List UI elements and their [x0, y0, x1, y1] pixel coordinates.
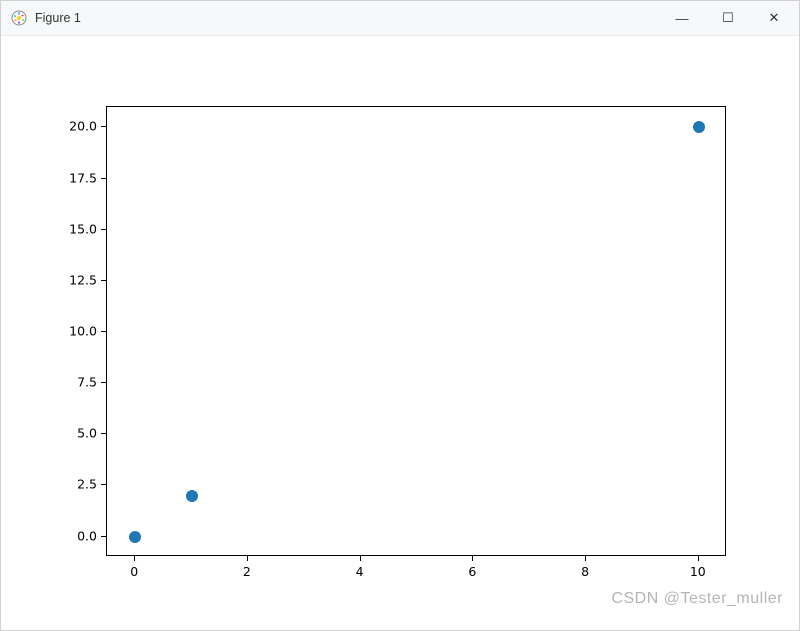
y-tick-label: 17.5: [69, 170, 97, 185]
scatter-point: [693, 121, 705, 133]
y-axis: 0.0 2.5 5.0 7.5 10.0 12.5 15.0 17.5 20.0: [1, 106, 101, 556]
x-tick-label: 0: [130, 564, 138, 579]
close-icon: ✕: [769, 10, 780, 26]
y-tickmark: [101, 280, 106, 281]
x-tickmark: [585, 556, 586, 561]
y-tickmark: [101, 484, 106, 485]
y-tick-label: 10.0: [69, 324, 97, 339]
y-tickmark: [101, 178, 106, 179]
x-tickmark: [472, 556, 473, 561]
y-tick-label: 7.5: [77, 375, 97, 390]
app-icon: [11, 10, 27, 26]
scatter-point: [129, 531, 141, 543]
figure-canvas: 0.0 2.5 5.0 7.5 10.0 12.5 15.0 17.5 20.0 0 2 4 6 8 10…: [1, 36, 799, 630]
y-tick-label: 5.0: [77, 426, 97, 441]
maximize-icon: ☐: [722, 10, 734, 26]
x-tickmark: [247, 556, 248, 561]
close-button[interactable]: ✕: [751, 1, 797, 36]
app-window: Figure 1 — ☐ ✕ 0.0 2.5 5.0 7.5 10.0 12.5 15.0 1…: [0, 0, 800, 631]
x-tick-label: 6: [468, 564, 476, 579]
y-tickmark: [101, 331, 106, 332]
window-title: Figure 1: [35, 11, 81, 25]
watermark-text: CSDN @Tester_muller: [611, 590, 783, 608]
x-tickmark: [360, 556, 361, 561]
y-tickmark: [101, 126, 106, 127]
y-tickmark: [101, 229, 106, 230]
x-axis: 0 2 4 6 8 10: [106, 558, 726, 583]
x-tick-label: 4: [356, 564, 364, 579]
y-tick-label: 15.0: [69, 221, 97, 236]
y-tick-label: 2.5: [77, 477, 97, 492]
y-tickmark: [101, 536, 106, 537]
minimize-icon: —: [676, 11, 689, 26]
x-tick-label: 2: [243, 564, 251, 579]
x-tickmark: [698, 556, 699, 561]
y-tickmark: [101, 382, 106, 383]
x-tick-label: 10: [690, 564, 706, 579]
x-tickmark: [134, 556, 135, 561]
titlebar: Figure 1 — ☐ ✕: [1, 1, 799, 36]
y-tick-label: 20.0: [69, 119, 97, 134]
y-tick-label: 12.5: [69, 272, 97, 287]
y-tick-label: 0.0: [77, 528, 97, 543]
y-tickmark: [101, 433, 106, 434]
scatter-point: [186, 490, 198, 502]
plot-area: [106, 106, 726, 556]
minimize-button[interactable]: —: [659, 1, 705, 36]
x-tick-label: 8: [581, 564, 589, 579]
maximize-button[interactable]: ☐: [705, 1, 751, 36]
